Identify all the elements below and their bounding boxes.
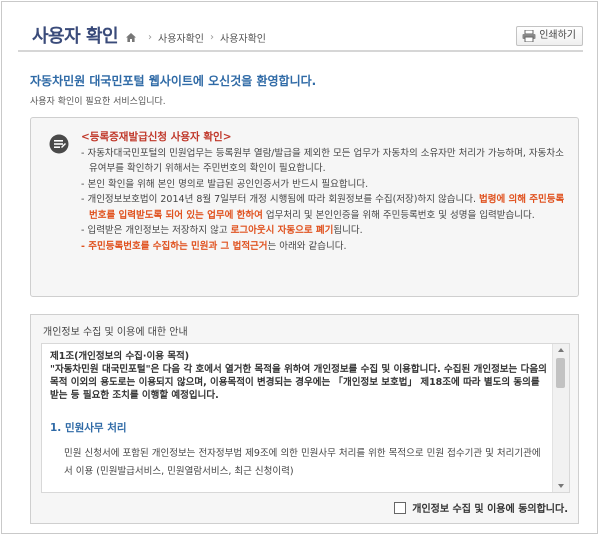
scroll-down-icon[interactable] (558, 484, 564, 488)
scrollbar-thumb[interactable] (556, 358, 565, 388)
agree-label: 개인정보 수집 및 이용에 동의합니다. (412, 504, 568, 515)
welcome-title: 자동차민원 대국민포털 웹사이트에 오신것을 환영합니다. (30, 74, 317, 88)
notice-item: - 개인정보보호법이 2014년 8월 7일부터 개정 시행됨에 따라 회원정보… (81, 192, 569, 223)
notice-text: - 입력받은 개인정보는 저장하지 않고 (81, 225, 231, 236)
article-body: "자동차민원 대국민포털"은 다음 각 호에서 열거한 목적을 위하여 개인정보… (50, 364, 547, 401)
article-title: 제1조(개인정보의 수집·이용 목적) (50, 351, 190, 362)
scroll-up-icon[interactable] (558, 348, 564, 352)
print-button[interactable]: 인쇄하기 (516, 26, 583, 46)
page-title: 사용자 확인 (32, 26, 119, 47)
welcome-subtitle: 사용자 확인이 필요한 서비스입니다. (30, 97, 166, 107)
notice-item: - 입력받은 개인정보는 저장하지 않고 로그아웃시 자동으로 폐기됩니다. (81, 223, 569, 239)
note-icon (49, 134, 69, 154)
notice-item: - 본인 확인을 위해 본인 명의로 발급된 공인인증서가 반드시 필요합니다. (81, 178, 369, 190)
page-header: 사용자 확인 › 사용자확인 › 사용자확인 인쇄하기 (18, 16, 583, 52)
notice-box: <등록증재발급신청 사용자 확인> - 자동차대국민포털의 민원업무는 등록원부… (30, 117, 579, 297)
agree-checkbox[interactable] (394, 501, 407, 514)
breadcrumb-item-2: 사용자확인 (220, 34, 266, 45)
notice-highlight: - 주민등록번호를 수집하는 민원과 그 법적근거 (81, 240, 268, 252)
home-icon[interactable] (126, 33, 136, 42)
notice-text: 는 아래와 같습니다. (267, 240, 347, 252)
privacy-heading: 개인정보 수집 및 이용에 대한 안내 (43, 327, 188, 338)
breadcrumb-separator-icon: › (210, 32, 214, 43)
print-label: 인쇄하기 (539, 30, 576, 41)
notice-title: <등록증재발급신청 사용자 확인> (81, 131, 232, 143)
notice-text: 업무처리 및 본인인증을 위해 주민등록번호 및 성명을 입력받습니다. (262, 209, 535, 221)
printer-icon (522, 30, 536, 42)
page-frame: 사용자 확인 › 사용자확인 › 사용자확인 인쇄하기 자동차민원 대국민포털 … (1, 1, 598, 534)
notice-highlight: 로그아웃시 자동으로 폐기 (230, 225, 334, 236)
section-body: 민원 신청서에 포함된 개인정보는 전자정부법 제9조에 의한 민원사무 처리를… (64, 448, 541, 477)
notice-text: 됩니다. (333, 225, 363, 236)
agree-checkbox-label[interactable]: 개인정보 수집 및 이용에 동의합니다. (394, 500, 568, 515)
notice-content: <등록증재발급신청 사용자 확인> - 자동차대국민포털의 민원업무는 등록원부… (81, 130, 569, 254)
notice-item: - 자동차대국민포털의 민원업무는 등록원부 열람/발급을 제외한 모든 업무가… (81, 147, 564, 175)
breadcrumb: › 사용자확인 › 사용자확인 (126, 30, 266, 45)
scrollbar[interactable] (552, 344, 569, 492)
breadcrumb-separator-icon: › (148, 32, 152, 43)
privacy-terms-scrollbox[interactable]: 제1조(개인정보의 수집·이용 목적) "자동차민원 대국민포털"은 다음 각 … (41, 343, 570, 493)
section-title: 1. 민원사무 처리 (50, 422, 127, 434)
breadcrumb-item-1[interactable]: 사용자확인 (158, 30, 204, 45)
privacy-section: 개인정보 수집 및 이용에 대한 안내 제1조(개인정보의 수집·이용 목적) … (30, 314, 579, 524)
privacy-terms-content: 제1조(개인정보의 수집·이용 목적) "자동차민원 대국민포털"은 다음 각 … (50, 350, 548, 481)
notice-text: - 개인정보보호법이 2014년 8월 7일부터 개정 시행됨에 따라 회원정보… (81, 194, 479, 205)
notice-item: - 주민등록번호를 수집하는 민원과 그 법적근거는 아래와 같습니다. (81, 239, 569, 255)
